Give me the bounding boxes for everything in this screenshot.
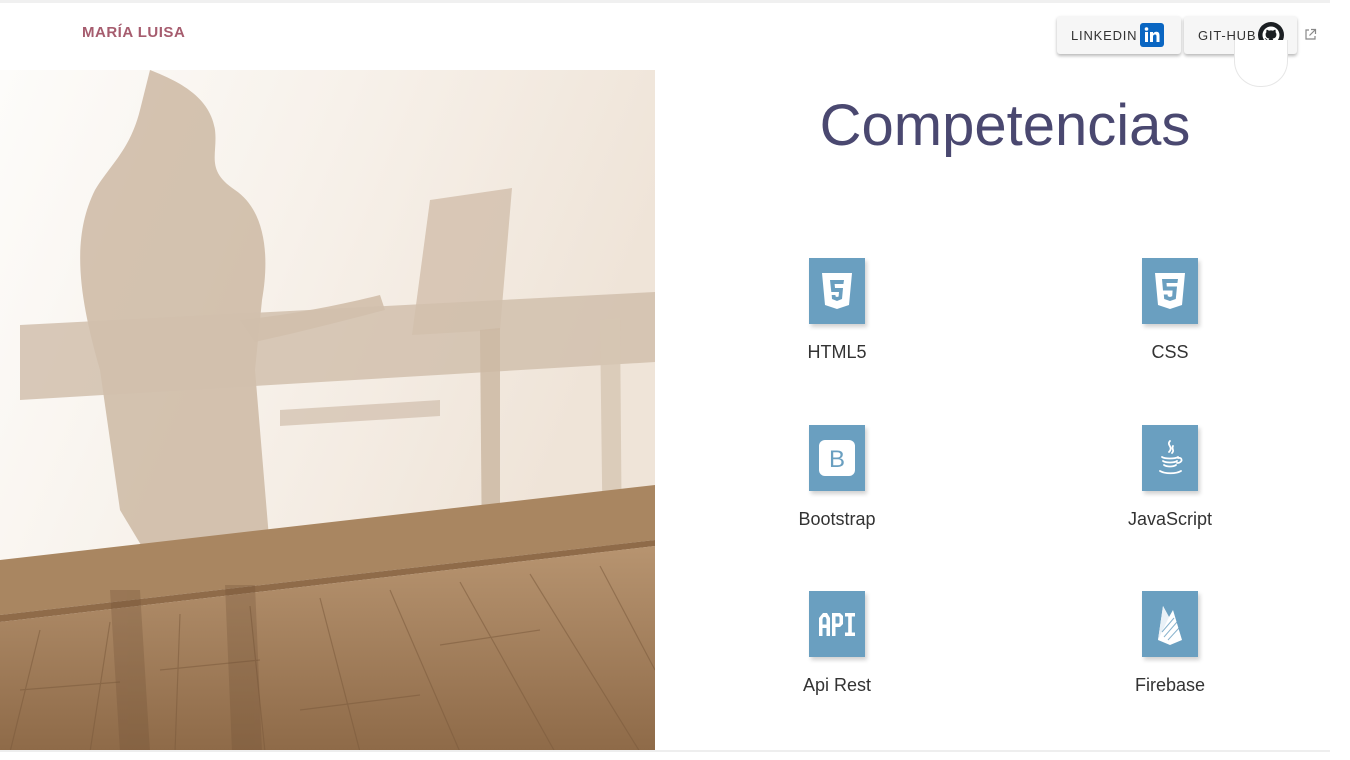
external-link-icon[interactable] <box>1304 28 1317 41</box>
linkedin-button-label: LINKEDIN <box>1071 27 1138 43</box>
scroll-top-button[interactable] <box>1234 40 1288 87</box>
skill-javascript: JavaScript <box>1090 425 1250 530</box>
skill-name: JavaScript <box>1127 509 1213 529</box>
svg-text:B: B <box>829 446 845 473</box>
firebase-icon <box>1142 591 1198 657</box>
bottom-divider <box>0 750 1330 752</box>
skill-css: CSS <box>1090 258 1250 363</box>
top-divider <box>0 0 1330 3</box>
skill-bootstrap: B Bootstrap <box>757 425 917 530</box>
skill-api-rest: Api Rest <box>757 591 917 696</box>
section-heading: Competencias <box>819 93 1191 158</box>
java-coffee-icon <box>1142 425 1198 491</box>
skill-name: CSS <box>1151 342 1189 362</box>
brand-logo[interactable]: MARÍA LUISA <box>82 24 185 41</box>
skill-name: Api Rest <box>802 675 872 695</box>
html5-icon <box>809 258 865 324</box>
hero-image <box>0 70 655 752</box>
skill-name: Bootstrap <box>798 509 876 529</box>
api-icon <box>809 591 865 657</box>
css3-icon <box>1142 258 1198 324</box>
linkedin-icon <box>1140 23 1165 47</box>
skill-firebase: Firebase <box>1090 591 1250 696</box>
bootstrap-icon: B <box>809 425 865 491</box>
skill-name: Firebase <box>1134 675 1206 695</box>
skill-name: HTML5 <box>807 342 867 362</box>
linkedin-button[interactable]: LINKEDIN <box>1057 16 1181 54</box>
skill-html5: HTML5 <box>757 258 917 363</box>
